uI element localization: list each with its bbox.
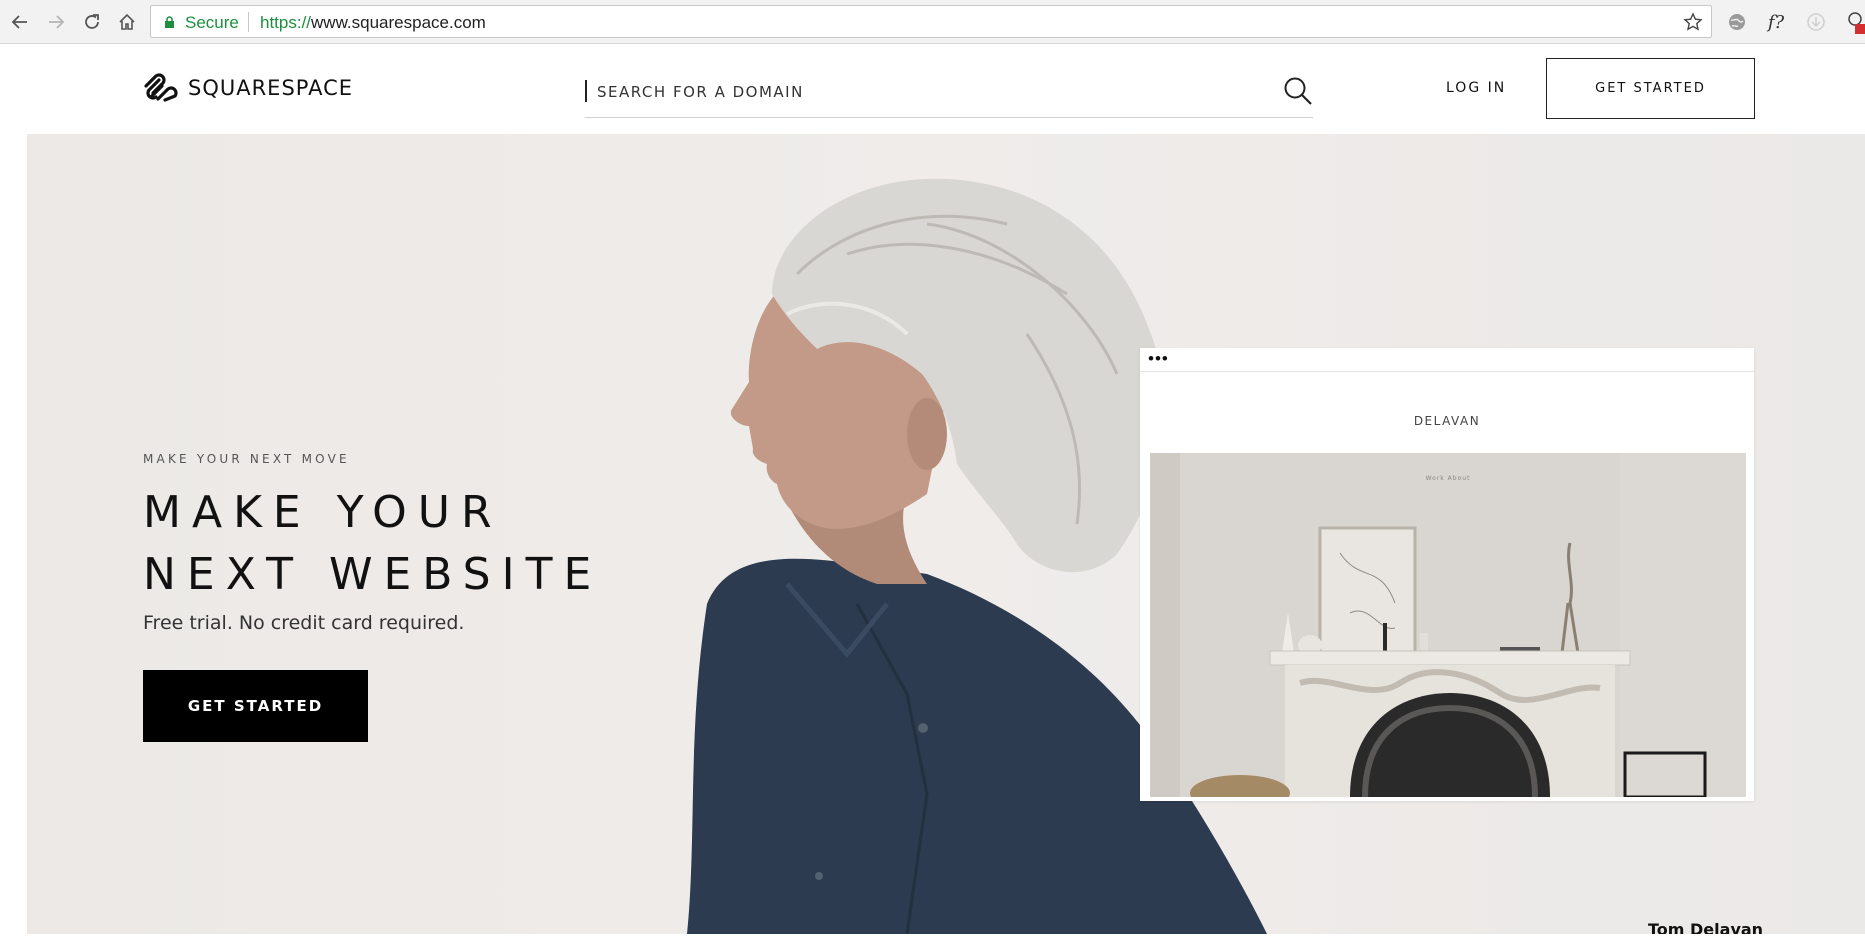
url-host: www.squarespace.com — [311, 13, 486, 32]
lock-icon — [165, 16, 174, 28]
template-preview-card[interactable]: ••• DELAVAN Work About — [1140, 348, 1754, 801]
extension-globe-icon[interactable] — [1724, 9, 1750, 35]
extension-f-icon[interactable]: f? — [1763, 9, 1789, 35]
reload-button[interactable] — [79, 9, 105, 35]
domain-search — [585, 72, 1313, 118]
bookmark-star-icon[interactable] — [1683, 12, 1703, 32]
home-icon — [119, 13, 135, 30]
squarespace-logo[interactable]: SQUARESPACE — [142, 72, 353, 104]
window-dots-icon: ••• — [1148, 349, 1169, 368]
hero-get-started-button[interactable]: GET STARTED — [143, 670, 368, 742]
home-button[interactable] — [114, 9, 140, 35]
squarespace-logo-icon — [144, 73, 178, 102]
hero-section: MAKE YOUR NEXT MOVE MAKE YOUR NEXT WEBSI… — [27, 134, 1865, 934]
extension-badge-icon[interactable] — [1843, 9, 1865, 35]
preview-window-bar: ••• — [1140, 348, 1754, 372]
login-link[interactable]: LOG IN — [1446, 80, 1506, 96]
logo-wordmark: SQUARESPACE — [188, 76, 354, 100]
domain-search-input[interactable] — [597, 76, 1257, 108]
url-text[interactable]: https://www.squarespace.com — [260, 13, 486, 33]
hero-eyebrow: MAKE YOUR NEXT MOVE — [143, 452, 350, 466]
hero-headline-line1: MAKE YOUR — [143, 487, 503, 538]
address-bar[interactable]: Secure https://www.squarespace.com — [150, 5, 1712, 38]
extension-download-icon[interactable] — [1803, 9, 1829, 35]
hero-headline: MAKE YOUR NEXT WEBSITE — [143, 482, 602, 606]
get-started-nav-button[interactable]: GET STARTED — [1546, 58, 1755, 119]
url-scheme: https:// — [260, 13, 312, 32]
preview-fireplace-image: Work About — [1150, 453, 1746, 797]
forward-button[interactable] — [43, 9, 69, 35]
reload-icon — [85, 14, 99, 29]
forward-arrow-icon — [49, 15, 65, 29]
site-header: SQUARESPACE LOG IN GET STARTED — [0, 44, 1865, 134]
browser-toolbar: Secure https://www.squarespace.com f? — [0, 0, 1865, 44]
hero-subline: Free trial. No credit card required. — [143, 612, 465, 634]
secure-label: Secure — [185, 13, 239, 32]
search-icon[interactable] — [1283, 76, 1313, 106]
photo-caption: Tom Delavan — [1648, 920, 1764, 934]
address-divider — [248, 12, 249, 32]
preview-site-title: DELAVAN — [1413, 414, 1481, 428]
hero-headline-line2: NEXT WEBSITE — [143, 549, 603, 600]
text-caret — [585, 80, 587, 102]
preview-site-nav: Work About — [1425, 475, 1471, 482]
back-arrow-icon — [11, 15, 27, 29]
back-button[interactable] — [7, 9, 33, 35]
